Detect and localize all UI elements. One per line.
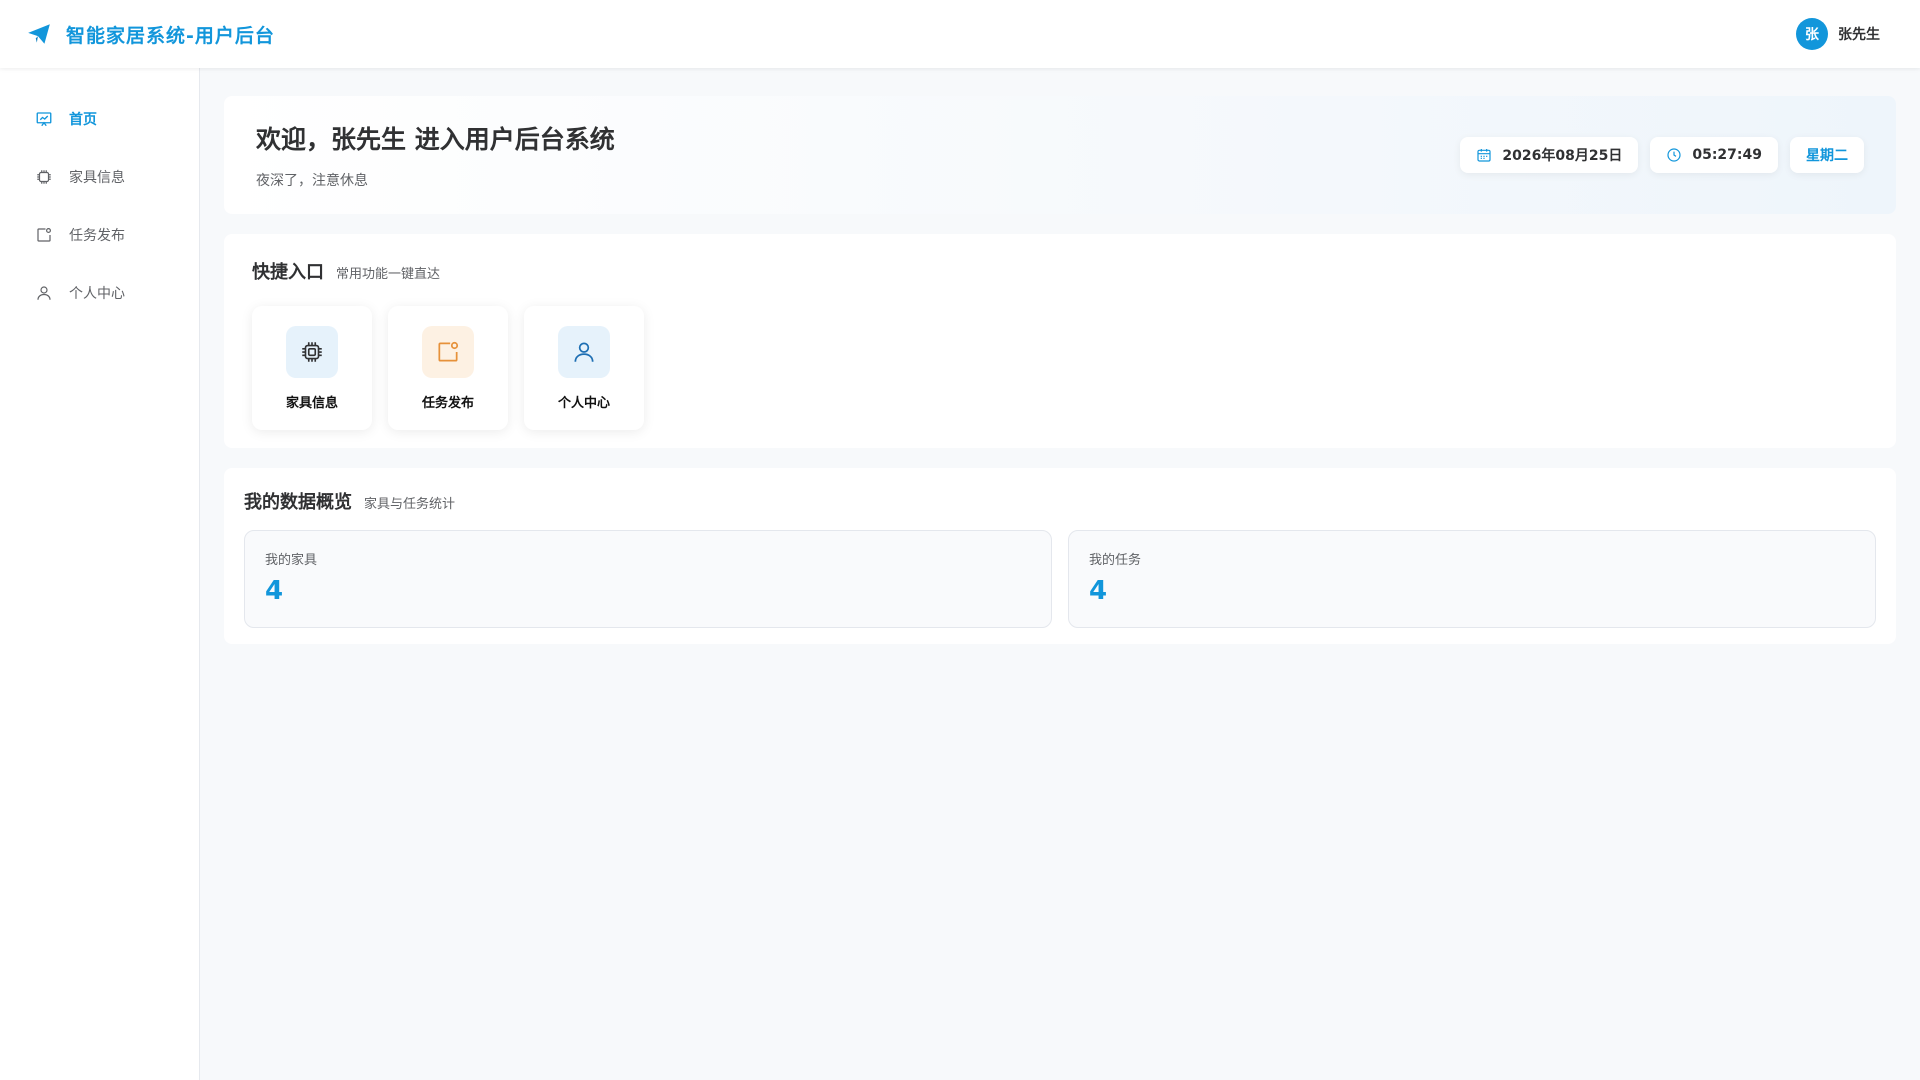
time-text: 05:27:49 (1692, 147, 1762, 163)
welcome-banner: 欢迎，张先生 进入用户后台系统 夜深了，注意休息 2026年08月25日 05:… (224, 96, 1896, 214)
stat-card-task: 我的任务 4 (1068, 530, 1876, 628)
main-content: 欢迎，张先生 进入用户后台系统 夜深了，注意休息 2026年08月25日 05:… (200, 68, 1920, 1080)
user-menu[interactable]: 张 张先生 (1796, 18, 1880, 50)
top-header: 智能家居系统-用户后台 张 张先生 (0, 0, 1920, 68)
section-title: 我的数据概览 (244, 492, 352, 513)
quick-item-profile[interactable]: 个人中心 (524, 306, 644, 430)
welcome-subtitle: 夜深了，注意休息 (256, 173, 368, 189)
brand: 智能家居系统-用户后台 (26, 21, 275, 48)
weekday-chip: 星期二 (1790, 137, 1864, 173)
stats-row: 我的家具 4 我的任务 4 (244, 530, 1876, 628)
home-icon (35, 110, 53, 128)
time-chip: 05:27:49 (1650, 137, 1778, 173)
task-icon (422, 326, 474, 378)
avatar[interactable]: 张 (1796, 18, 1828, 50)
sidebar-item-label: 任务发布 (69, 228, 125, 244)
chip-icon (286, 326, 338, 378)
sidebar-item-home[interactable]: 首页 (0, 90, 199, 148)
quick-item-label: 任务发布 (421, 396, 474, 411)
sidebar-item-label: 个人中心 (69, 286, 125, 302)
sidebar-item-label: 家具信息 (69, 170, 125, 186)
section-title: 快捷入口 (252, 262, 324, 283)
weekday-text: 星期二 (1806, 148, 1848, 164)
data-overview-panel: 我的数据概览 家具与任务统计 我的家具 4 我的任务 4 (224, 468, 1896, 644)
clock-icon (1666, 147, 1682, 163)
calendar-icon (1476, 147, 1492, 163)
stat-value: 4 (265, 576, 284, 606)
welcome-title: 欢迎，张先生 进入用户后台系统 (256, 125, 615, 154)
quick-item-task[interactable]: 任务发布 (388, 306, 508, 430)
date-chip: 2026年08月25日 (1460, 137, 1639, 173)
sidebar: 首页 家具信息 任务发布 个人中心 (0, 68, 200, 1080)
quick-item-label: 个人中心 (557, 396, 610, 411)
task-icon (35, 226, 53, 244)
user-name[interactable]: 张先生 (1838, 24, 1880, 44)
quick-access-header: 快捷入口 常用功能一键直达 (252, 258, 1868, 284)
section-subtitle: 常用功能一键直达 (336, 267, 441, 282)
paper-plane-icon (26, 21, 52, 47)
stat-label: 我的家具 (265, 553, 318, 568)
quick-access-panel: 快捷入口 常用功能一键直达 家具信息 任务发布 个人中心 (224, 234, 1896, 448)
stat-value: 4 (1089, 576, 1108, 606)
user-icon (558, 326, 610, 378)
sidebar-item-label: 首页 (69, 112, 97, 128)
chip-icon (35, 168, 53, 186)
sidebar-item-task[interactable]: 任务发布 (0, 206, 199, 264)
section-subtitle: 家具与任务统计 (364, 497, 456, 512)
sidebar-item-profile[interactable]: 个人中心 (0, 264, 199, 322)
sidebar-item-furniture[interactable]: 家具信息 (0, 148, 199, 206)
stat-label: 我的任务 (1089, 553, 1142, 568)
quick-access-list: 家具信息 任务发布 个人中心 (252, 306, 1868, 430)
date-text: 2026年08月25日 (1502, 148, 1623, 164)
welcome-text: 欢迎，张先生 进入用户后台系统 夜深了，注意休息 (256, 120, 615, 190)
overview-header: 我的数据概览 家具与任务统计 (244, 488, 1876, 514)
stat-card-furniture: 我的家具 4 (244, 530, 1052, 628)
time-chips: 2026年08月25日 05:27:49 星期二 (1448, 137, 1864, 173)
app-title: 智能家居系统-用户后台 (66, 24, 275, 47)
user-icon (35, 284, 53, 302)
quick-item-furniture[interactable]: 家具信息 (252, 306, 372, 430)
quick-item-label: 家具信息 (285, 396, 338, 411)
